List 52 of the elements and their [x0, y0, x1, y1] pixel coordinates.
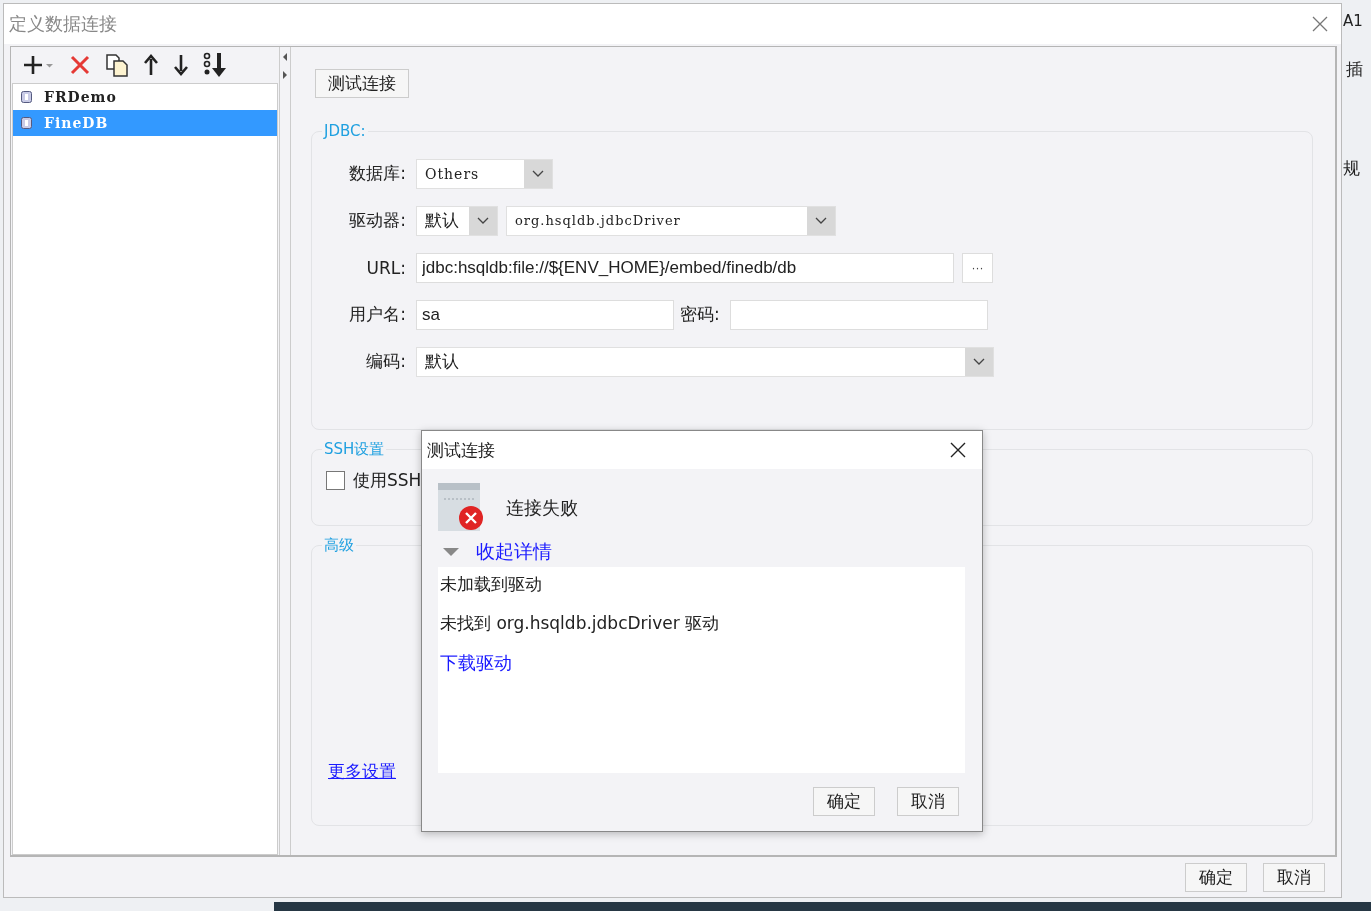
background-text: 插 — [1346, 58, 1363, 81]
driver-dropdown[interactable]: org.hsqldb.jdbcDriver — [506, 205, 836, 236]
dialog-button[interactable]: 取消 — [1263, 862, 1325, 892]
collapse-icon[interactable] — [281, 51, 289, 81]
chevron-down-icon — [973, 357, 985, 366]
status-message: 连接失败 — [506, 496, 578, 520]
dialog-button[interactable]: 确定 — [1185, 862, 1247, 892]
database-icon — [21, 117, 32, 129]
field-label: URL: — [365, 257, 407, 278]
database-icon — [21, 91, 32, 103]
url-field[interactable]: jdbc:hsqldb:file://${ENV_HOME}/embed/finedb/db — [416, 252, 954, 283]
section-legend: JDBC: — [322, 122, 368, 140]
section-legend: 高级 — [322, 536, 356, 555]
delete-icon[interactable] — [69, 54, 91, 76]
more-settings-link[interactable]: 更多设置 — [328, 760, 396, 783]
password-field[interactable] — [729, 299, 988, 330]
database-dropdown[interactable]: Others — [416, 158, 553, 189]
window-title: 定义数据连接 — [9, 12, 117, 36]
copy-icon[interactable] — [105, 53, 129, 77]
detail-text: 未找到 org.hsqldb.jdbcDriver 驱动 — [440, 612, 720, 635]
test-connection-button[interactable]: 测试连接 — [315, 69, 409, 98]
add-icon[interactable] — [21, 54, 55, 76]
dialog-button[interactable]: 取消 — [897, 787, 959, 816]
encoding-dropdown[interactable]: 默认 — [416, 346, 994, 377]
arrow-down-icon[interactable] — [173, 54, 189, 76]
download-driver-link[interactable]: 下载驱动 — [440, 651, 512, 675]
checkbox-label: 使用SSH — [353, 469, 422, 492]
chevron-down-icon — [532, 169, 544, 178]
chevron-down-icon — [815, 216, 827, 225]
field-label: 密码: — [679, 303, 721, 326]
driver-mode-dropdown[interactable]: 默认 — [416, 205, 498, 236]
connection-item[interactable]: FRDemo — [13, 84, 277, 110]
background-text: 规 — [1343, 157, 1360, 180]
browse-button[interactable]: ··· — [962, 252, 993, 283]
cell-reference: A1 — [1343, 12, 1363, 30]
username-field[interactable]: sa — [416, 299, 674, 330]
field-label: 编码: — [365, 350, 407, 373]
arrow-up-icon[interactable] — [143, 54, 159, 76]
chevron-down-icon — [477, 216, 489, 225]
collapse-details-toggle[interactable]: 收起详情 — [438, 539, 552, 565]
triangle-icon — [442, 547, 460, 557]
field-label: 驱动器: — [348, 209, 407, 232]
section-legend: SSH设置 — [322, 440, 387, 459]
sort-icon[interactable] — [203, 52, 229, 78]
dialog-title: 测试连接 — [427, 438, 495, 462]
field-label: 用户名: — [348, 303, 407, 326]
checkbox[interactable] — [326, 471, 345, 490]
dialog-button[interactable]: 确定 — [813, 787, 875, 816]
error-icon — [438, 483, 486, 533]
detail-text: 未加载到驱动 — [440, 573, 542, 596]
field-label: 数据库: — [348, 162, 407, 185]
close-icon[interactable] — [950, 442, 966, 458]
